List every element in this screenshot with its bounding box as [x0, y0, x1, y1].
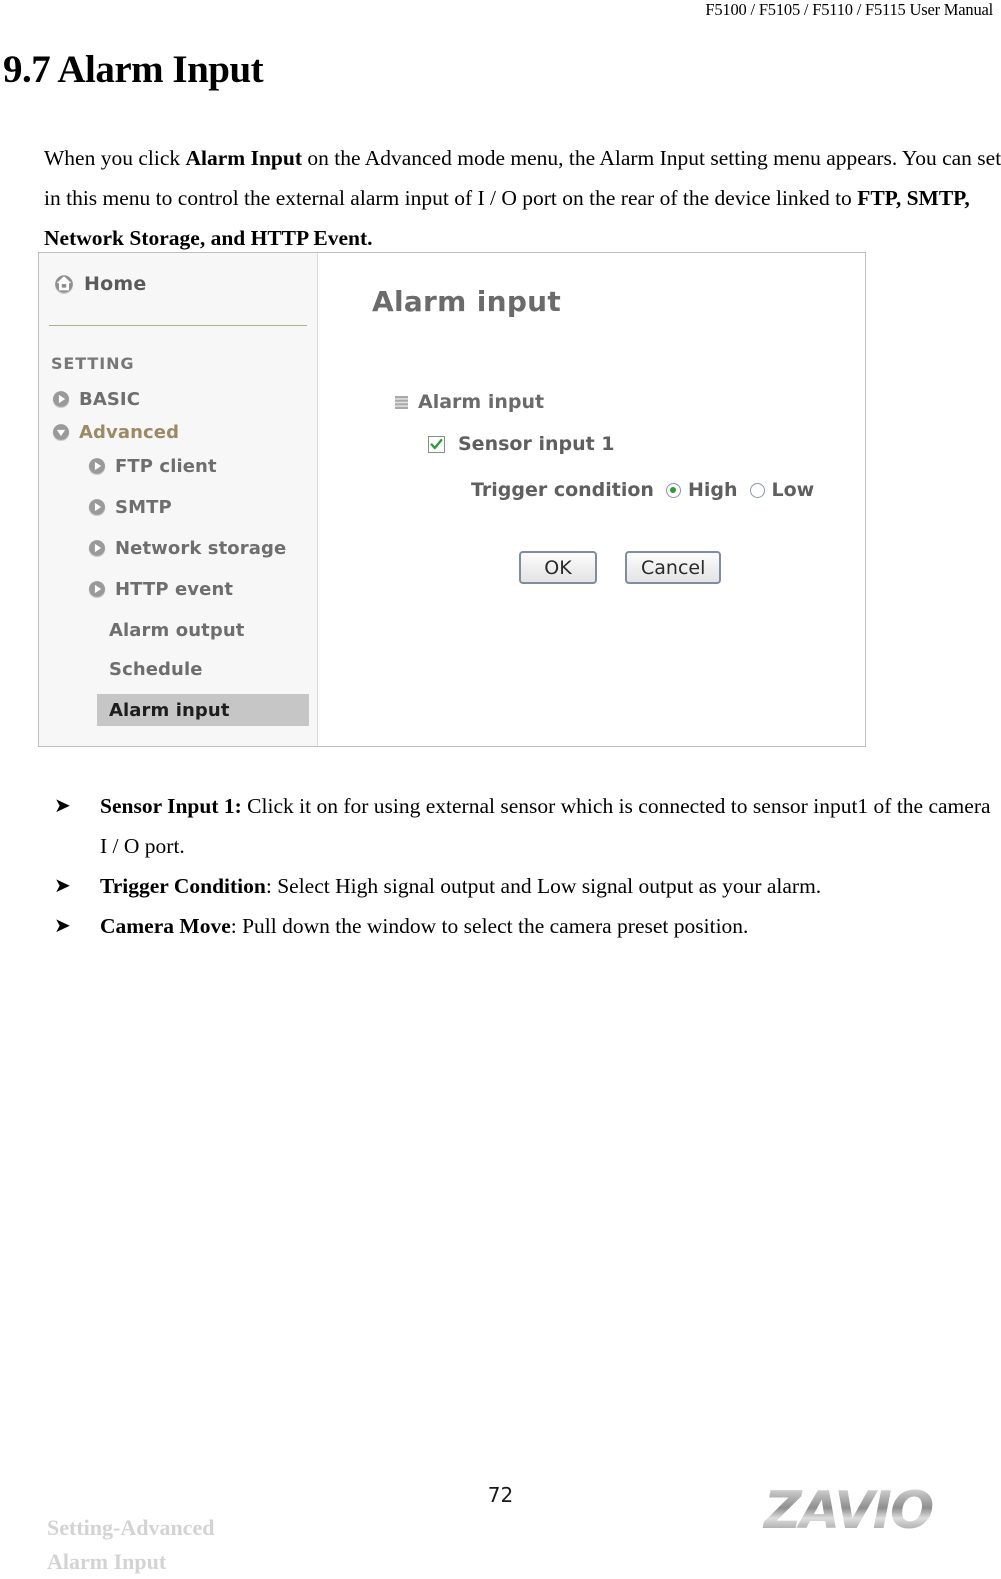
arrow-right-icon	[88, 581, 106, 599]
sensor-input-row: Sensor input 1	[428, 433, 615, 455]
form-actions: OK Cancel	[519, 551, 722, 584]
sidebar-item-smtp[interactable]: SMTP	[87, 494, 172, 520]
intro-bold-1: Alarm Input	[185, 145, 302, 170]
page-title: 9.7 Alarm Input	[3, 48, 264, 92]
sidebar-home-label: Home	[84, 273, 147, 295]
feature-bullet-list: ➤ Sensor Input 1: Click it on for using e…	[44, 786, 994, 946]
sidebar-label-advanced: Advanced	[79, 421, 180, 443]
trigger-option-high[interactable]: High	[665, 479, 738, 501]
arrow-right-icon	[88, 458, 106, 476]
radio-low-label: Low	[771, 479, 815, 501]
sensor-input-label: Sensor input 1	[458, 433, 615, 455]
sidebar-label-smtp: SMTP	[115, 496, 172, 518]
sidebar-item-alarm-input[interactable]: Alarm input	[97, 694, 309, 726]
zavio-wordmark: ZAVIO	[762, 1481, 933, 1540]
home-icon	[54, 275, 74, 295]
intro-paragraph: When you click Alarm Input on the Advanc…	[44, 138, 1001, 258]
bullet-term: Sensor Input 1:	[100, 794, 242, 818]
bullet-term: Camera Move	[100, 914, 231, 938]
trigger-condition-label: Trigger condition	[471, 479, 654, 501]
bullet-text: : Pull down the window to select the cam…	[230, 914, 749, 938]
sidebar-item-home[interactable]: Home	[53, 273, 146, 295]
checkmark-icon	[430, 438, 443, 449]
alarm-input-group-row: Alarm input	[395, 391, 544, 413]
zavio-logo: ZAVIO	[762, 1481, 935, 1540]
sensor-input-checkbox[interactable]	[428, 435, 445, 453]
ok-button[interactable]: OK	[519, 551, 597, 584]
trigger-option-low[interactable]: Low	[749, 479, 815, 501]
screenshot-sidebar: Home SETTING BASIC Advanced FTP client S…	[39, 253, 318, 746]
sidebar-label-ftp-client: FTP client	[115, 455, 217, 477]
bullet-marker: ➤	[54, 875, 71, 897]
sidebar-section-setting: SETTING	[51, 354, 135, 373]
tree-node-icon	[395, 395, 408, 409]
sidebar-item-basic[interactable]: BASIC	[51, 386, 140, 412]
sidebar-label-http-event: HTTP event	[115, 578, 234, 600]
sidebar-label-alarm-output: Alarm output	[109, 619, 245, 641]
panel-title: Alarm input	[372, 285, 562, 318]
sidebar-item-ftp-client[interactable]: FTP client	[87, 453, 217, 479]
radio-high[interactable]	[665, 482, 681, 498]
arrow-right-icon	[88, 540, 106, 558]
sidebar-item-network-storage[interactable]: Network storage	[87, 535, 286, 561]
arrow-right-icon	[52, 391, 70, 409]
ui-screenshot-figure: Home SETTING BASIC Advanced FTP client S…	[38, 252, 866, 747]
bullet-marker: ➤	[54, 795, 71, 817]
footer-watermark-note: Setting-Advanced Alarm Input	[47, 1515, 215, 1574]
bullet-text: : Select High signal output and Low sign…	[265, 874, 822, 898]
sidebar-item-http-event[interactable]: HTTP event	[87, 576, 233, 602]
arrow-right-icon	[88, 499, 106, 517]
sidebar-label-schedule: Schedule	[109, 658, 203, 680]
sidebar-divider	[49, 325, 307, 326]
alarm-input-group-label: Alarm input	[418, 391, 545, 413]
sidebar-item-alarm-output[interactable]: Alarm output	[109, 617, 244, 643]
bullet-term: Trigger Condition	[100, 874, 266, 898]
sidebar-item-schedule[interactable]: Schedule	[109, 656, 203, 682]
radio-low[interactable]	[749, 482, 765, 498]
cancel-button[interactable]: Cancel	[625, 551, 722, 584]
intro-text-1: When you click	[44, 145, 186, 170]
trigger-condition-row: Trigger condition High Low	[471, 479, 814, 501]
sidebar-label-basic: BASIC	[79, 388, 141, 410]
bullet-marker: ➤	[54, 915, 71, 937]
list-item: ➤ Camera Move: Pull down the window to se…	[44, 906, 994, 946]
sidebar-label-alarm-input: Alarm input	[109, 699, 230, 721]
running-header: F5100 / F5105 / F5110 / F5115 User Manua…	[705, 0, 993, 19]
list-item: ➤ Trigger Condition: Select High signal o…	[44, 866, 994, 906]
radio-high-label: High	[687, 479, 738, 501]
screenshot-main-panel: Alarm input Alarm input Sensor input 1 T…	[319, 253, 865, 746]
arrow-down-icon	[52, 424, 70, 442]
list-item: ➤ Sensor Input 1: Click it on for using e…	[44, 786, 994, 866]
sidebar-label-network-storage: Network storage	[115, 537, 287, 559]
sidebar-item-advanced[interactable]: Advanced	[51, 419, 179, 445]
